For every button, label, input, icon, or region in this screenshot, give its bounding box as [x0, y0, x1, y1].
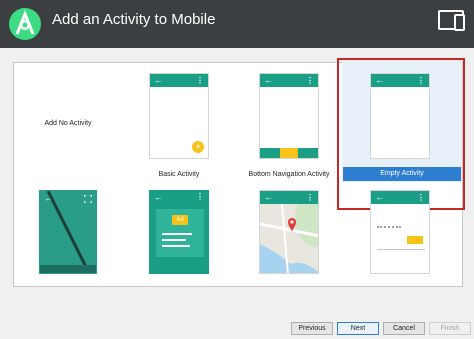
tile-label-bottom-navigation-activity[interactable]: Bottom Navigation Activity	[246, 170, 332, 179]
previous-button[interactable]: Previous	[291, 322, 333, 335]
back-arrow-icon: ←	[154, 75, 163, 85]
ad-badge: Ad	[172, 215, 188, 225]
bottom-navigation-selected-item	[280, 148, 298, 158]
tile-label-add-no-activity[interactable]: Add No Activity	[30, 119, 106, 128]
back-arrow-icon: ←	[154, 192, 163, 202]
fab-plus-icon: +	[192, 141, 204, 153]
ad-line	[162, 239, 186, 241]
tile-admob-ads-activity[interactable]: ← ⋮ Ad	[149, 190, 209, 274]
tile-appbar: ← ⋮	[260, 74, 318, 87]
tile-login-activity[interactable]: ← ⋮	[370, 190, 430, 274]
tile-maps-activity[interactable]: ← ⋮	[259, 190, 319, 274]
diagonal-stripe	[46, 191, 91, 273]
selection-highlight-box	[337, 58, 465, 210]
ad-line	[162, 233, 192, 235]
tile-fullscreen-activity[interactable]: ←	[39, 190, 97, 274]
tile-appbar: ← ⋮	[260, 191, 318, 204]
tile-label-basic-activity[interactable]: Basic Activity	[144, 170, 214, 179]
back-arrow-icon: ←	[375, 192, 384, 202]
back-arrow-icon: ←	[264, 192, 273, 202]
dialog-header: Add an Activity to Mobile	[0, 0, 474, 48]
login-field-line	[377, 249, 425, 250]
map-illustration	[260, 204, 318, 273]
nav-bar	[40, 265, 96, 273]
android-studio-logo-icon	[9, 8, 41, 40]
next-button[interactable]: Next	[337, 322, 379, 335]
tile-bottom-navigation-activity[interactable]: ← ⋮	[259, 73, 319, 159]
back-arrow-icon: ←	[264, 75, 273, 85]
ad-line	[162, 245, 190, 247]
overflow-menu-icon: ⋮	[306, 193, 314, 202]
dialog-title: Add an Activity to Mobile	[52, 11, 216, 28]
tile-appbar: ← ⋮	[371, 191, 429, 204]
device-form-factor-icon	[438, 10, 465, 31]
login-button	[407, 236, 423, 244]
login-field-dots	[377, 226, 401, 230]
finish-button[interactable]: Finish	[429, 322, 471, 335]
tile-basic-activity[interactable]: ← ⋮ +	[149, 73, 209, 159]
overflow-menu-icon: ⋮	[306, 76, 314, 85]
overflow-menu-icon: ⋮	[196, 192, 204, 201]
overflow-menu-icon: ⋮	[417, 193, 425, 202]
overflow-menu-icon: ⋮	[196, 76, 204, 85]
ad-card: Ad	[156, 209, 204, 257]
tile-appbar: ← ⋮	[150, 74, 208, 87]
cancel-button[interactable]: Cancel	[383, 322, 425, 335]
